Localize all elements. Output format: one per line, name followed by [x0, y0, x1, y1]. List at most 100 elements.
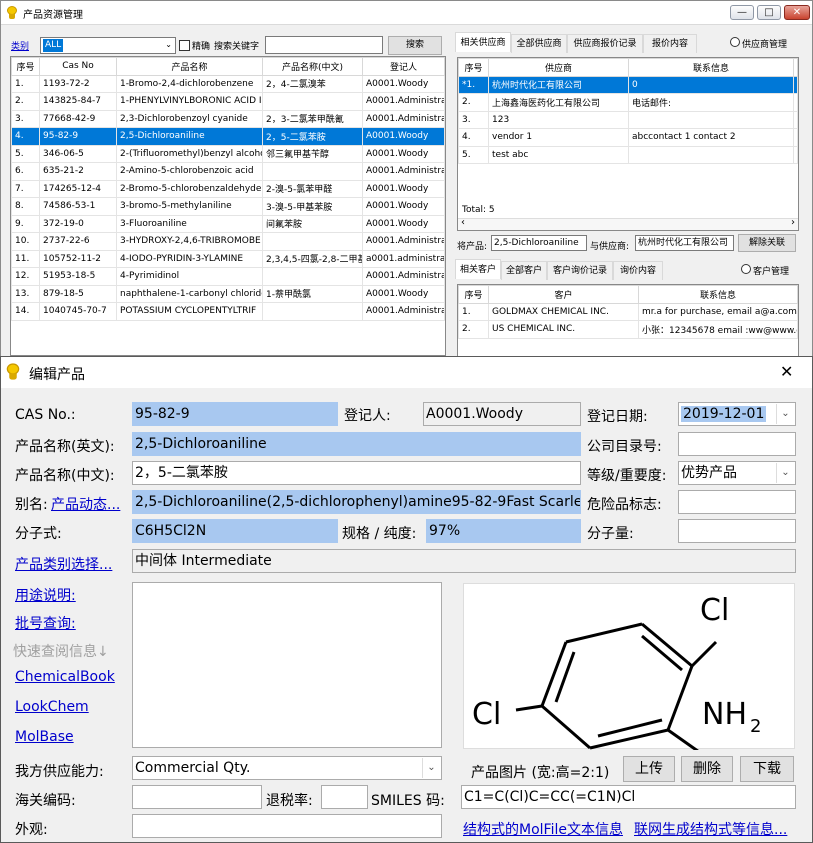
- close-window-button[interactable]: ✕: [784, 5, 810, 20]
- reg-date-picker[interactable]: 2019-12-01 ⌄: [678, 402, 796, 426]
- dialog-close-button[interactable]: ✕: [780, 362, 793, 381]
- tab-quote-content[interactable]: 报价内容: [643, 34, 697, 53]
- link-product-field[interactable]: 2,5-Dichloroaniline: [491, 235, 587, 251]
- catalog-input[interactable]: [678, 432, 796, 456]
- alias-input[interactable]: 2,5-Dichloroaniline(2,5-dichlorophenyl)a…: [132, 490, 581, 514]
- table-cell: 3-HYDROXY-2,4,6-TRIBROMOBE: [116, 232, 263, 251]
- hazard-label: 危险品标志:: [587, 497, 662, 513]
- table-cell: 2-溴-5-氯苯甲醛: [262, 179, 363, 198]
- col-header-contact[interactable]: 联系信息: [628, 58, 794, 77]
- name-en-input[interactable]: 2,5-Dichloroaniline: [132, 432, 581, 456]
- exact-checkbox[interactable]: [179, 40, 190, 51]
- tab-related-suppliers[interactable]: 相关供应商: [455, 32, 511, 52]
- table-row[interactable]: *1. 杭州时代化工有限公司 0: [458, 75, 798, 94]
- spec-input[interactable]: 97%: [426, 519, 581, 543]
- table-row[interactable]: 10. 2737-22-6 3-HYDROXY-2,4,6-TRIBROMOBE A0…: [11, 232, 445, 251]
- category-select-link[interactable]: 产品类别选择...: [15, 554, 112, 574]
- col-header-name-cn[interactable]: 产品名称(中文): [262, 57, 363, 76]
- table-row[interactable]: 12. 51953-18-5 4-Pyrimidinol A0001.Administ…: [11, 267, 445, 286]
- supplier-mgmt-radio[interactable]: [730, 37, 740, 47]
- table-row[interactable]: 8. 74586-53-1 3-bromo-5-methylaniline 3-溴-5…: [11, 197, 445, 216]
- col-header-cas[interactable]: Cas No: [39, 57, 117, 76]
- tab-supplier-quotes[interactable]: 供应商报价记录: [567, 34, 643, 53]
- rebate-input[interactable]: [321, 785, 368, 809]
- chevron-down-icon[interactable]: ⌄: [776, 404, 794, 424]
- category-link[interactable]: 类别: [11, 39, 29, 52]
- table-row[interactable]: 1. 1193-72-2 1-Bromo-2,4-dichlorobenzene 2，…: [11, 74, 445, 93]
- customs-input[interactable]: [132, 785, 262, 809]
- mw-input[interactable]: [678, 519, 796, 543]
- table-row[interactable]: 4. 95-82-9 2,5-Dichloroaniline 2，5-二氯苯胺 A000…: [11, 127, 445, 146]
- table-row[interactable]: 2. US CHEMICAL INC. 小张：12345678 email :ww@…: [458, 320, 798, 339]
- scroll-left-icon[interactable]: ‹: [461, 217, 465, 228]
- maximize-button[interactable]: □: [757, 5, 781, 20]
- delete-image-button[interactable]: 删除: [681, 756, 733, 782]
- tab-all-customers[interactable]: 全部客户: [501, 261, 547, 280]
- col-header-seq[interactable]: 序号: [458, 58, 489, 77]
- tab-customer-inquiries[interactable]: 客户询价记录: [547, 261, 613, 280]
- customer-mgmt-radio[interactable]: [741, 264, 751, 274]
- table-row[interactable]: 9. 372-19-0 3-Fluoroaniline 间氟苯胺 A0001.Woody: [11, 214, 445, 233]
- hazard-input[interactable]: [678, 490, 796, 514]
- col-header-name[interactable]: 产品名称: [116, 57, 263, 76]
- table-cell: A0001.Woody: [362, 197, 445, 216]
- main-window-title: 产品资源管理: [23, 10, 83, 21]
- table-row[interactable]: 1. GOLDMAX CHEMICAL INC. mr.a for purchase…: [458, 302, 798, 321]
- table-row[interactable]: 11. 105752-11-2 4-IODO-PYRIDIN-3-YLAMINE 2,…: [11, 249, 445, 268]
- lookchem-link[interactable]: LookChem: [15, 699, 89, 715]
- tab-all-suppliers[interactable]: 全部供应商: [511, 34, 567, 53]
- table-row[interactable]: 5. test abc: [458, 145, 798, 164]
- tab-related-customers[interactable]: 相关客户: [455, 259, 501, 279]
- table-cell: [262, 267, 363, 286]
- table-row[interactable]: 13. 879-18-5 naphthalene-1-carbonyl chlori…: [11, 284, 445, 303]
- minimize-button[interactable]: —: [730, 5, 754, 20]
- search-input[interactable]: [265, 36, 383, 54]
- tab-inquiry-content[interactable]: 询价内容: [613, 261, 663, 280]
- formula-label: 分子式:: [15, 526, 62, 542]
- download-button[interactable]: 下载: [740, 756, 794, 782]
- cas-input[interactable]: 95-82-9: [132, 402, 338, 426]
- col-header-seq[interactable]: 序号: [11, 57, 40, 76]
- usage-link[interactable]: 用途说明:: [15, 585, 76, 605]
- scroll-right-icon[interactable]: ›: [791, 217, 795, 228]
- table-row[interactable]: 2. 143825-84-7 1-PHENYLVINYLBORONIC ACID I…: [11, 92, 445, 111]
- table-row[interactable]: 3. 77668-42-9 2,3-Dichlorobenzoyl cyanide 2…: [11, 109, 445, 128]
- search-button[interactable]: 搜索: [388, 36, 442, 55]
- col-header-supplier[interactable]: 供应商: [488, 58, 629, 77]
- col-header-customer[interactable]: 客户: [488, 285, 639, 304]
- table-row[interactable]: 4.vendor 1abccontact 1 contact 2-: [458, 128, 798, 147]
- table-cell: A0001.Woody: [362, 179, 445, 198]
- table-row[interactable]: 2.上海鑫海医药化工有限公司电话邮件:-: [458, 93, 798, 112]
- chemicalbook-link[interactable]: ChemicalBook: [15, 669, 115, 685]
- molfile-link[interactable]: 结构式的MolFile文本信息: [463, 819, 623, 839]
- supply-select[interactable]: Commercial Qty. ⌄: [132, 756, 442, 780]
- link-supplier-field[interactable]: 杭州时代化工有限公司: [635, 235, 734, 251]
- table-row[interactable]: 14. 1040745-70-7 POTASSIUM CYCLOPENTYLTRIF…: [11, 302, 445, 321]
- name-cn-input[interactable]: 2，5-二氯苯胺: [132, 461, 581, 485]
- chevron-down-icon[interactable]: ⌄: [776, 463, 794, 483]
- usage-textarea[interactable]: [132, 582, 442, 748]
- table-cell: 346-06-5: [39, 144, 117, 163]
- appearance-input[interactable]: [132, 814, 442, 838]
- upload-button[interactable]: 上传: [623, 756, 675, 782]
- table-row[interactable]: 5. 346-06-5 2-(Trifluoromethyl)benzyl alco…: [11, 144, 445, 163]
- product-dynamics-link[interactable]: 产品动态...: [51, 494, 120, 514]
- net-generate-link[interactable]: 联网生成结构式等信息...: [634, 819, 787, 839]
- category-select[interactable]: ALL ⌄: [40, 37, 176, 54]
- horizontal-scrollbar[interactable]: ‹ ›: [458, 217, 798, 230]
- grade-select[interactable]: 优势产品 ⌄: [678, 461, 796, 485]
- col-header-seq[interactable]: 序号: [458, 285, 489, 304]
- unlink-button[interactable]: 解除关联: [738, 234, 796, 252]
- chevron-down-icon[interactable]: ⌄: [422, 758, 440, 778]
- table-cell: 6.: [11, 162, 40, 181]
- smiles-input[interactable]: C1=C(Cl)C=CC(=C1N)Cl: [461, 785, 796, 809]
- col-header-registrant[interactable]: 登记人: [362, 57, 445, 76]
- table-row[interactable]: 3.123 -: [458, 110, 798, 129]
- molbase-link[interactable]: MolBase: [15, 729, 74, 745]
- col-header-contact[interactable]: 联系信息: [638, 285, 798, 304]
- table-cell: 2737-22-6: [39, 232, 117, 251]
- table-row[interactable]: 6. 635-21-2 2-Amino-5-chlorobenzoic acid A0…: [11, 162, 445, 181]
- table-row[interactable]: 7. 174265-12-4 2-Bromo-5-chlorobenzaldehyd…: [11, 179, 445, 198]
- batch-query-link[interactable]: 批号查询:: [15, 613, 76, 633]
- formula-input[interactable]: C6H5Cl2N: [132, 519, 338, 543]
